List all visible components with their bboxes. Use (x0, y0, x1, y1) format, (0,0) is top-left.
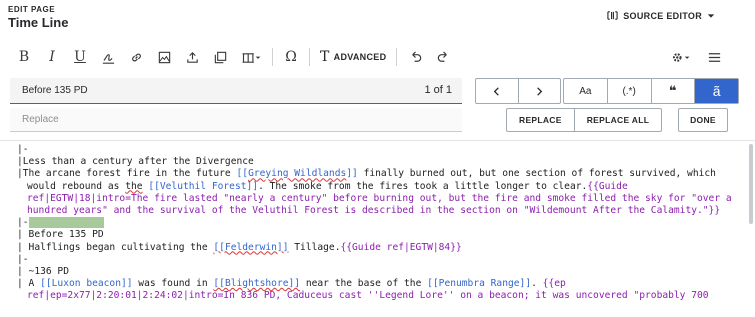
plain-text: Tillage. (288, 241, 341, 253)
source-line: |-Before 135 PD (17, 217, 740, 229)
redo-button[interactable] (429, 43, 457, 71)
settings-button[interactable] (662, 43, 700, 71)
source-editor-switch[interactable]: SOURCE EDITOR (607, 10, 715, 21)
plain-text: | A (17, 278, 41, 290)
upload-icon (186, 51, 198, 63)
menu-button[interactable] (700, 43, 728, 71)
replace-all-button[interactable]: REPLACE ALL (573, 109, 662, 131)
link-icon (131, 53, 141, 61)
source-line: |- (17, 253, 29, 265)
replace-actions: REPLACE REPLACE ALL (506, 108, 663, 132)
editor-divider (0, 140, 755, 141)
special-character-icon: Ω (285, 49, 297, 65)
source-line: | Before 135 PD (17, 229, 104, 241)
source-code-icon (607, 11, 618, 20)
wikilink[interactable]: [[Luxon beacon]] (40, 278, 132, 289)
replace-row: REPLACE REPLACE ALL DONE (10, 108, 728, 132)
wikilink-text: Greying Wildlands (248, 168, 347, 180)
replace-field (10, 108, 462, 132)
source-editor-label: SOURCE EDITOR (623, 10, 702, 21)
search-match-highlight: Before 135 PD (28, 217, 104, 229)
wikilink[interactable]: [[Veluthil Forest]] (148, 181, 258, 192)
source-line: | A [[Luxon beacon]] was found in [[Blig… (17, 278, 740, 302)
find-input[interactable]: Before 135 PD 1 of 1 (10, 78, 462, 104)
page-title: Time Line (8, 15, 69, 30)
whole-word-toggle[interactable]: ❝ (650, 79, 695, 103)
regex-toggle[interactable]: (.*) (606, 79, 651, 103)
italic-icon: I (49, 49, 55, 65)
bold-button[interactable]: B (10, 43, 38, 71)
chevron-right-icon (536, 86, 542, 96)
advanced-text-icon: T (320, 49, 330, 65)
citation-button[interactable] (234, 43, 268, 71)
wikilink[interactable]: [[Felderwin]] (213, 242, 288, 253)
source-line: |The arcane forest fire in the future [[… (17, 168, 740, 217)
menu-icon (708, 52, 720, 62)
find-input-value[interactable]: Before 135 PD (22, 85, 88, 96)
find-navigation (475, 78, 561, 104)
special-character-button[interactable]: Ω (277, 43, 305, 71)
source-line: |- (17, 144, 29, 155)
edit-page-label: EDIT PAGE (8, 5, 56, 14)
plain-text: was found in (132, 278, 214, 290)
diacritics-toggle[interactable]: ã (694, 79, 738, 103)
signature-button[interactable] (94, 43, 122, 71)
advanced-button[interactable]: T ADVANCED (314, 43, 392, 71)
signature-icon (102, 53, 114, 64)
upload-button[interactable] (178, 43, 206, 71)
redo-icon (437, 50, 447, 62)
image-icon (158, 51, 170, 63)
chevron-down-icon (707, 13, 715, 18)
gallery-icon (214, 51, 226, 63)
undo-icon (412, 50, 422, 62)
citation-icon (242, 52, 261, 63)
wikilink[interactable]: [[Penumbra Range]] (427, 278, 531, 289)
bold-icon: B (18, 49, 30, 65)
plain-text: |The arcane forest fire in the future (17, 168, 237, 180)
plain-text: near the base of the (300, 278, 428, 290)
previous-match-button[interactable] (476, 79, 518, 103)
editor-toolbar: B I U Ω T ADVANCED (10, 42, 728, 72)
advanced-label: ADVANCED (333, 52, 387, 62)
source-line: | ~136 PD (17, 266, 69, 278)
done-button[interactable]: DONE (678, 108, 728, 132)
template: {{Guide ref|EGTW|84}} (340, 241, 462, 253)
plain-text: | Halflings began cultivating the (17, 241, 214, 253)
replace-input[interactable] (10, 108, 462, 131)
wikilink-brackets: [[ (236, 168, 249, 180)
wikilink[interactable]: [[Greying Wildlands]] (237, 168, 358, 179)
editor-header: EDIT PAGE Time Line SOURCE EDITOR (0, 0, 755, 40)
wikilink[interactable]: [[Blightshore]] (213, 278, 300, 289)
source-line: | Halflings began cultivating the [[Feld… (17, 242, 740, 254)
plain-text: . (531, 278, 543, 290)
find-row: Before 135 PD 1 of 1 Aa (.*) ❝ ã (10, 78, 739, 104)
spellcheck-word: the (125, 180, 143, 192)
underline-button[interactable]: U (66, 43, 94, 71)
insert-image-button[interactable] (150, 43, 178, 71)
toolbar-separator (272, 48, 273, 66)
plain-text: . The smoke from the fires took a little… (258, 180, 588, 192)
replace-button[interactable]: REPLACE (507, 109, 574, 131)
undo-button[interactable] (401, 43, 429, 71)
find-options: Aa (.*) ❝ ã (563, 78, 739, 104)
match-count: 1 of 1 (424, 84, 452, 96)
gallery-button[interactable] (206, 43, 234, 71)
settings-icon (672, 52, 690, 62)
plain-text: |- (17, 217, 29, 229)
chevron-left-icon (494, 86, 500, 96)
italic-button[interactable]: I (38, 43, 66, 71)
toolbar-separator (396, 48, 398, 66)
wikilink-brackets: ]] (346, 168, 358, 180)
wikitext-editor[interactable]: |- |Less than a century after the Diverg… (0, 144, 740, 317)
link-button[interactable] (122, 43, 150, 71)
toolbar-separator (309, 48, 310, 66)
scrollbar-thumb[interactable] (749, 144, 753, 224)
source-line: |Less than a century after the Divergenc… (17, 156, 254, 168)
next-match-button[interactable] (517, 79, 561, 103)
underline-icon: U (74, 49, 86, 65)
match-case-toggle[interactable]: Aa (564, 79, 607, 103)
